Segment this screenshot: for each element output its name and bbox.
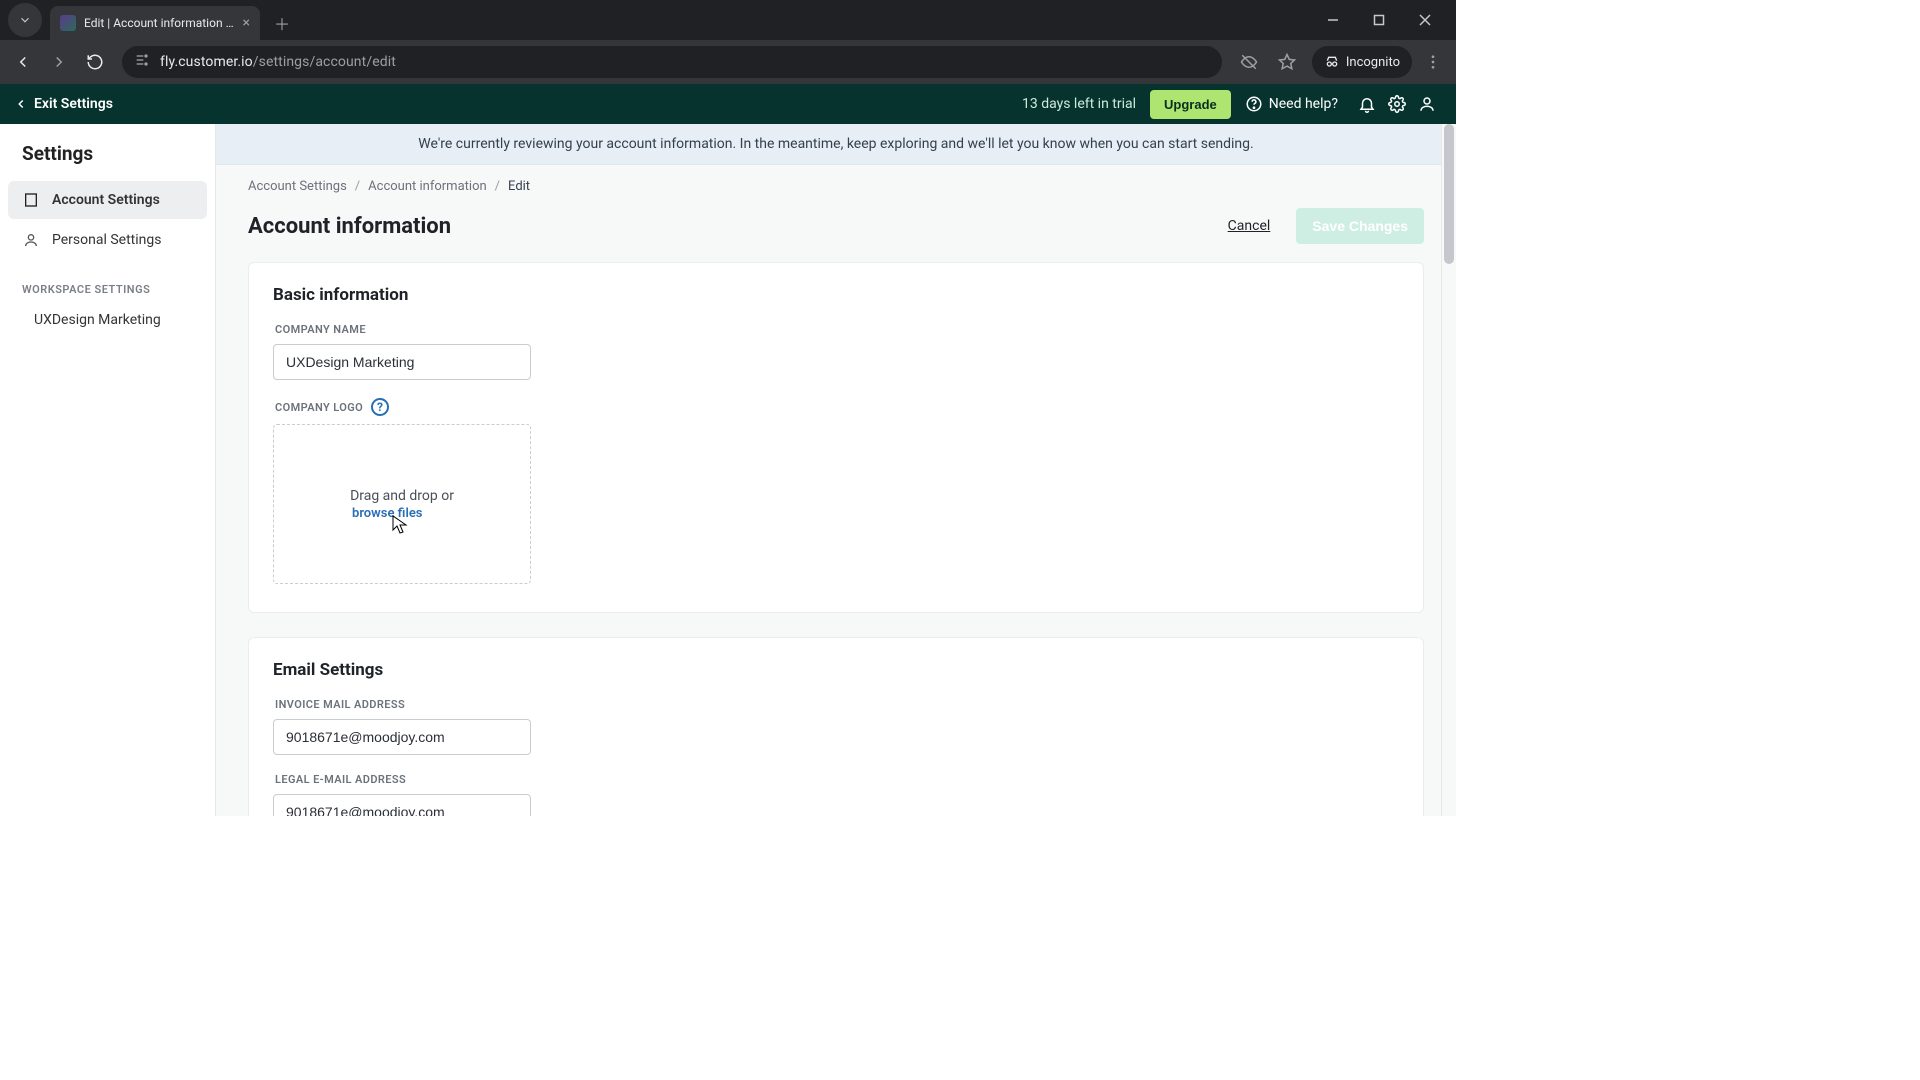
sidebar-item-workspace[interactable]: UXDesign Marketing — [0, 304, 215, 336]
save-changes-button[interactable]: Save Changes — [1296, 208, 1424, 244]
reload-button[interactable] — [78, 45, 112, 79]
new-tab-button[interactable]: ＋ — [268, 9, 296, 37]
sidebar-item-account-settings[interactable]: Account Settings — [8, 181, 207, 219]
page-header: Account information Cancel Save Changes — [216, 194, 1456, 262]
incognito-badge[interactable]: Incognito — [1312, 46, 1412, 78]
review-banner: We're currently reviewing your account i… — [216, 124, 1456, 165]
email-settings-card: Email Settings INVOICE MAIL ADDRESS LEGA… — [248, 637, 1424, 816]
favicon-icon — [60, 15, 76, 31]
site-info-icon[interactable] — [134, 52, 150, 72]
legal-mail-label: LEGAL E-MAIL ADDRESS — [275, 773, 1399, 786]
exit-settings-button[interactable]: Exit Settings — [14, 96, 113, 112]
basic-information-card: Basic information COMPANY NAME COMPANY L… — [248, 262, 1424, 613]
vertical-scrollbar[interactable] — [1441, 124, 1456, 816]
email-settings-title: Email Settings — [273, 660, 1399, 680]
trial-status: 13 days left in trial — [1022, 96, 1136, 112]
content-area: We're currently reviewing your account i… — [216, 124, 1456, 816]
window-controls — [1310, 0, 1448, 40]
company-name-label: COMPANY NAME — [275, 323, 1399, 336]
exit-settings-label: Exit Settings — [34, 96, 113, 112]
back-button[interactable] — [6, 45, 40, 79]
minimize-button[interactable] — [1310, 0, 1356, 40]
window-close-button[interactable] — [1402, 0, 1448, 40]
logo-dropzone[interactable]: Drag and drop or browse files — [273, 424, 531, 584]
eye-off-icon[interactable] — [1232, 45, 1266, 79]
address-bar[interactable]: fly.customer.io/settings/account/edit — [122, 46, 1222, 78]
upgrade-button[interactable]: Upgrade — [1150, 90, 1231, 119]
browser-menu-button[interactable] — [1416, 45, 1450, 79]
tab-close-button[interactable]: × — [243, 16, 250, 30]
sidebar-item-personal-settings[interactable]: Personal Settings — [8, 221, 207, 259]
building-icon — [22, 191, 40, 209]
help-circle-icon — [1245, 95, 1263, 113]
breadcrumb: Account Settings / Account information /… — [216, 165, 1456, 194]
bookmark-star-icon[interactable] — [1270, 45, 1304, 79]
scrollbar-thumb[interactable] — [1444, 124, 1454, 264]
profile-button[interactable] — [1412, 89, 1442, 119]
need-help-button[interactable]: Need help? — [1245, 95, 1338, 113]
user-icon — [22, 231, 40, 249]
need-help-label: Need help? — [1269, 96, 1338, 112]
settings-gear-button[interactable] — [1382, 89, 1412, 119]
legal-mail-input[interactable] — [273, 794, 531, 816]
sidebar-title: Settings — [0, 142, 215, 179]
breadcrumb-account-information[interactable]: Account information — [368, 179, 487, 194]
url-text: fly.customer.io/settings/account/edit — [160, 54, 396, 70]
tab-title: Edit | Account information | Ac — [84, 16, 235, 30]
sidebar-item-label: Account Settings — [52, 192, 160, 208]
page-title: Account information — [248, 214, 451, 239]
incognito-label: Incognito — [1346, 55, 1400, 70]
chevron-left-icon — [14, 97, 28, 111]
browser-tab-strip: Edit | Account information | Ac × ＋ — [0, 0, 1456, 40]
maximize-button[interactable] — [1356, 0, 1402, 40]
settings-sidebar: Settings Account Settings Personal Setti… — [0, 124, 216, 816]
notifications-button[interactable] — [1352, 89, 1382, 119]
dropzone-text: Drag and drop or — [350, 488, 454, 504]
company-logo-label: COMPANY LOGO ? — [275, 398, 1399, 416]
forward-button[interactable] — [42, 45, 76, 79]
invoice-mail-label: INVOICE MAIL ADDRESS — [275, 698, 1399, 711]
browser-toolbar: fly.customer.io/settings/account/edit In… — [0, 40, 1456, 84]
browser-tab[interactable]: Edit | Account information | Ac × — [50, 6, 260, 40]
company-name-input[interactable] — [273, 344, 531, 380]
breadcrumb-current: Edit — [508, 179, 530, 194]
help-icon[interactable]: ? — [371, 398, 389, 416]
breadcrumb-account-settings[interactable]: Account Settings — [248, 179, 347, 194]
basic-information-title: Basic information — [273, 285, 1399, 305]
browse-files-link[interactable]: browse files — [352, 506, 423, 521]
incognito-icon — [1324, 54, 1340, 70]
cancel-button[interactable]: Cancel — [1228, 218, 1271, 234]
sidebar-item-label: Personal Settings — [52, 232, 161, 248]
tab-search-button[interactable] — [8, 3, 42, 37]
app-topbar: Exit Settings 13 days left in trial Upgr… — [0, 84, 1456, 124]
workspace-settings-heading: WORKSPACE SETTINGS — [0, 261, 215, 304]
invoice-mail-input[interactable] — [273, 719, 531, 755]
